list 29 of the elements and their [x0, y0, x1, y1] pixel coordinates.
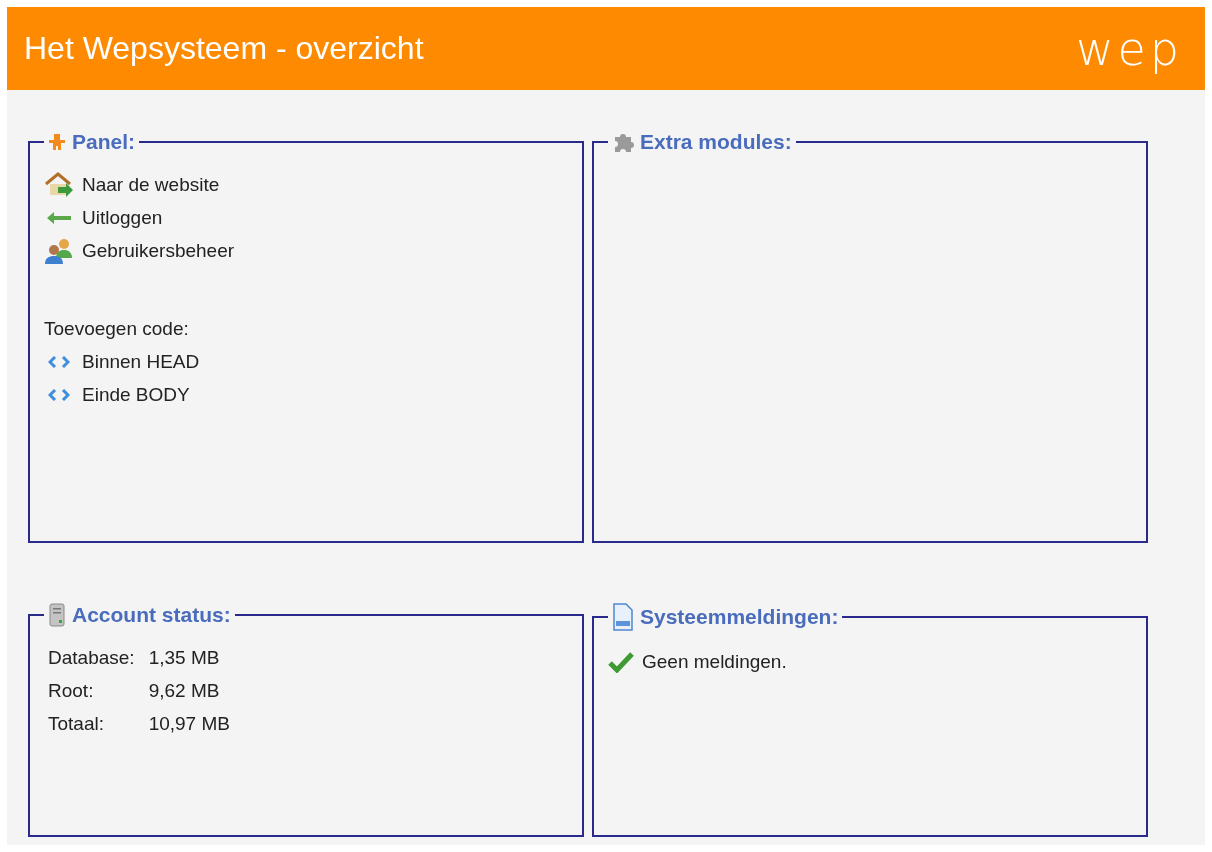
- storage-label: Root:: [47, 678, 95, 703]
- logo: wep: [1075, 25, 1183, 72]
- storage-value: 10,97 MB: [147, 711, 231, 736]
- section-label: Toevoegen code:: [44, 316, 190, 341]
- figure-icon: [48, 133, 66, 151]
- panel-link[interactable]: Naar de website: [82, 173, 220, 196]
- puzzle-icon: [612, 131, 634, 153]
- panel-link[interactable]: Einde BODY: [82, 383, 190, 406]
- check-icon: [608, 650, 634, 673]
- server-icon: [48, 603, 66, 627]
- panel-link[interactable]: Gebruikersbeheer: [82, 239, 235, 262]
- panel-title: Account status:: [72, 603, 231, 627]
- code-icon: [48, 388, 70, 401]
- panel-title: Panel:: [72, 130, 136, 154]
- panel-link[interactable]: Binnen HEAD: [82, 350, 200, 373]
- storage-label: Database:: [47, 645, 136, 670]
- panel-link[interactable]: Uitloggen: [82, 206, 163, 229]
- document-icon: [612, 603, 634, 631]
- arrow-left-icon: [46, 210, 72, 225]
- house-icon: [44, 171, 74, 198]
- storage-value: 9,62 MB: [147, 678, 221, 703]
- users-icon: [44, 237, 74, 264]
- storage-value: 1,35 MB: [147, 645, 221, 670]
- panel-title: Systeemmeldingen:: [640, 605, 839, 629]
- storage-label: Totaal:: [47, 711, 105, 736]
- page-title: Het Wepsysteem - overzicht: [24, 30, 424, 67]
- message-text: Geen meldingen.: [642, 650, 787, 673]
- panel-title: Extra modules:: [640, 130, 792, 154]
- code-icon: [48, 355, 70, 368]
